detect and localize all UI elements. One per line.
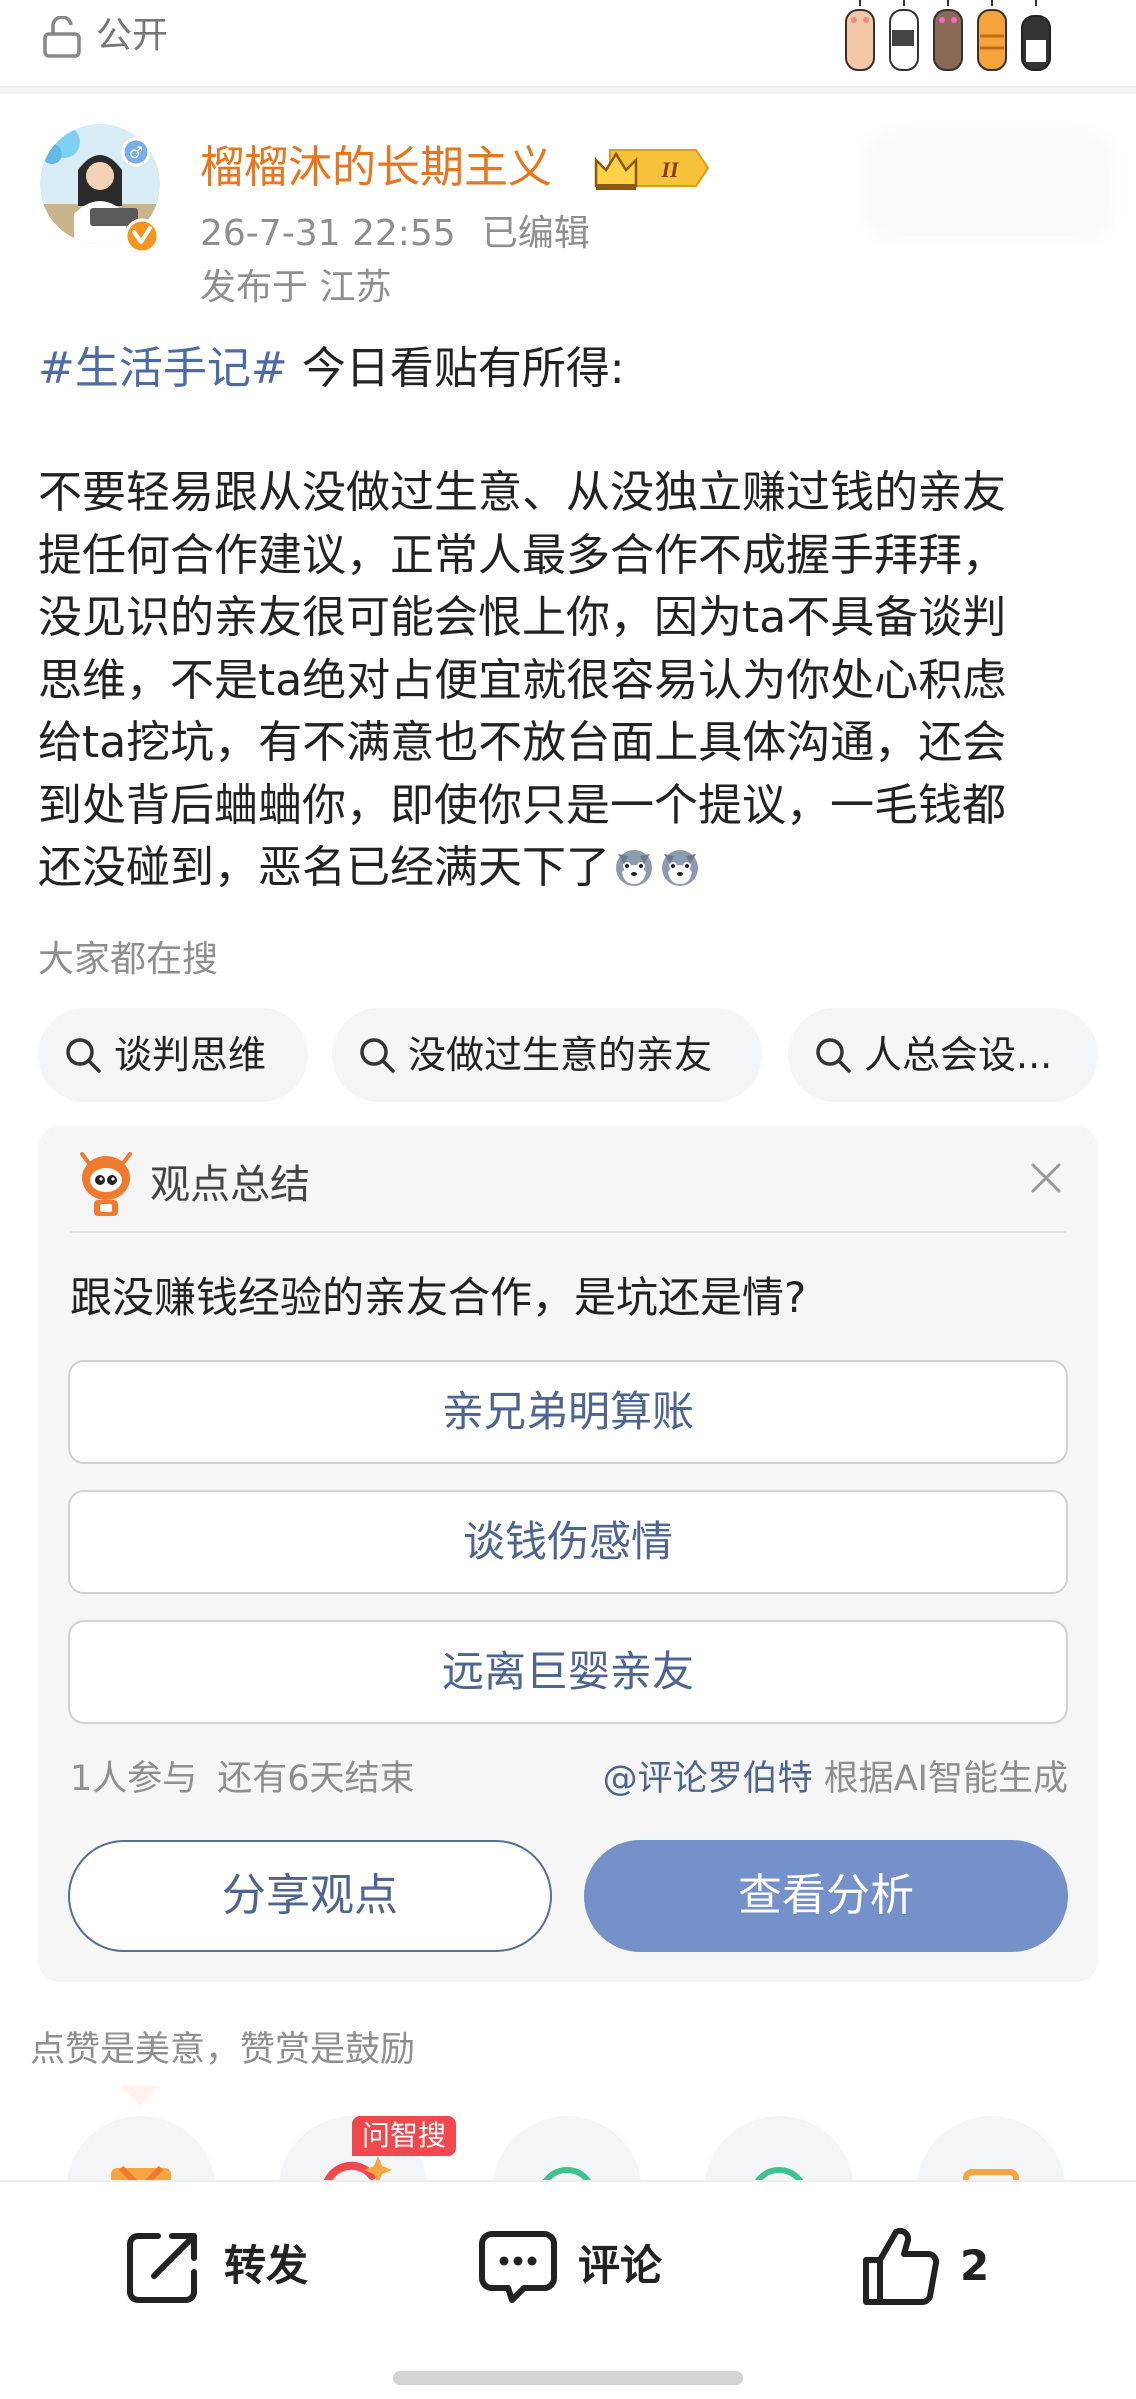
- card-divider: [70, 1231, 1066, 1233]
- post-line: 不要轻易跟从没做过生意、从没独立赚过钱的亲友: [38, 467, 1006, 518]
- post-line: 到处背后蛐蛐你，即使你只是一个提议，一毛钱都: [38, 779, 1006, 831]
- author-mention-link[interactable]: @评论罗伯特: [603, 1759, 813, 1799]
- share-opinion-button[interactable]: 分享观点: [68, 1840, 552, 1952]
- summary-question: 跟没赚钱经验的亲友合作，是坑还是情?: [70, 1273, 807, 1322]
- post-first-line: #生活手记# 今日看贴有所得:: [38, 338, 1108, 400]
- time-remaining: 还有6天结束: [217, 1759, 415, 1799]
- summary-title: 观点总结: [150, 1162, 310, 1208]
- repost-label: 转发: [224, 2241, 309, 2290]
- vote-option[interactable]: 亲兄弟明算账: [68, 1360, 1068, 1464]
- appreciation-text: 点赞是美意，赞赏是鼓励: [30, 2030, 416, 2070]
- robot-mascot-icon: [80, 1152, 132, 1216]
- like-count: 2: [960, 2241, 990, 2290]
- comment-label: 评论: [578, 2241, 663, 2290]
- edited-label[interactable]: 已编辑: [482, 213, 590, 254]
- post-intro: 今日看贴有所得:: [287, 343, 625, 394]
- post-timestamp: 26-7-31 22:55: [200, 213, 456, 254]
- participant-count: 1人参与: [70, 1759, 198, 1799]
- husky-face-emoji: [616, 850, 652, 886]
- search-chip[interactable]: 没做过生意的亲友: [332, 1008, 762, 1102]
- post-content: #生活手记# 今日看贴有所得: 不要轻易跟从没做过生意、从没独立赚过钱的亲友 提…: [38, 338, 1108, 900]
- post-line: 提任何合作建议，正常人最多合作不成握手拜拜，: [38, 529, 1006, 581]
- search-chip[interactable]: 人总会设...: [788, 1008, 1098, 1102]
- home-indicator[interactable]: [393, 2371, 743, 2385]
- post-body: 不要轻易跟从没做过生意、从没独立赚过钱的亲友 提任何合作建议，正常人最多合作不成…: [38, 462, 1108, 900]
- ai-generated-note: 根据AI智能生成: [812, 1759, 1068, 1799]
- member-level-badge[interactable]: II: [590, 144, 710, 192]
- opinion-summary-card: 观点总结 跟没赚钱经验的亲友合作，是坑还是情? 亲兄弟明算账 谈钱伤感情 远离巨…: [38, 1126, 1098, 1982]
- search-icon: [360, 1038, 395, 1073]
- close-icon[interactable]: [1028, 1160, 1064, 1196]
- search-chip-label: 谈判思维: [114, 1033, 267, 1077]
- ai-search-badge: 问智搜: [352, 2116, 457, 2156]
- comment-icon: [479, 2231, 557, 2303]
- ai-attribution: @评论罗伯特 根据AI智能生成: [603, 1754, 1068, 1804]
- husky-face-emoji: [662, 850, 698, 886]
- post-meta: 26-7-31 22:55 已编辑: [200, 210, 590, 258]
- repost-icon: [127, 2233, 197, 2303]
- search-chip[interactable]: 谈判思维: [38, 1008, 308, 1102]
- repost-button[interactable]: 转发: [124, 2226, 334, 2306]
- post-location: 发布于 江苏: [200, 267, 392, 308]
- avatar[interactable]: ♂: [38, 118, 162, 254]
- hashtag-link[interactable]: #生活手记#: [38, 343, 288, 394]
- svg-text:♂: ♂: [129, 143, 143, 162]
- cat-paws-decoration: [845, 0, 1051, 71]
- search-icon: [66, 1038, 101, 1073]
- visibility-label[interactable]: 公开: [96, 10, 168, 62]
- comment-button[interactable]: 评论: [478, 2226, 688, 2306]
- post-line: 给ta挖坑，有不满意也不放台面上具体沟通，还会: [38, 717, 1007, 768]
- vote-option[interactable]: 远离巨婴亲友: [68, 1620, 1068, 1724]
- svg-text:II: II: [660, 157, 680, 182]
- tooltip-pointer: [120, 2086, 160, 2106]
- lock-open-icon: [43, 16, 81, 58]
- post-line: 没见识的亲友很可能会恨上你，因为ta不具备谈判: [38, 592, 1007, 643]
- vote-option[interactable]: 谈钱伤感情: [68, 1490, 1068, 1594]
- search-icon: [816, 1038, 851, 1073]
- view-analysis-button[interactable]: 查看分析: [584, 1840, 1068, 1952]
- follow-area-blurred: [864, 130, 1114, 240]
- post-last-line: 还没碰到，恶名已经满天下了: [38, 837, 1108, 900]
- like-button[interactable]: 2: [860, 2226, 1040, 2306]
- vote-stats: 1人参与 还有6天结束: [70, 1754, 415, 1804]
- bottom-action-bar: 转发 评论 2: [0, 2180, 1136, 2399]
- top-bar: 公开: [0, 0, 1136, 88]
- post-line: 思维，不是ta绝对占便宜就很容易认为你处心积虑: [38, 654, 1007, 706]
- section-divider: [0, 88, 1136, 94]
- author-name[interactable]: 榴榴沐的长期主义: [200, 138, 552, 198]
- search-chip-label: 没做过生意的亲友: [408, 1033, 713, 1077]
- search-chip-label: 人总会设...: [864, 1033, 1053, 1077]
- thumbs-up-icon: [863, 2227, 940, 2305]
- search-suggestions-title: 大家都在搜: [38, 939, 219, 980]
- post-line: 还没碰到，恶名已经满天下了: [38, 842, 610, 893]
